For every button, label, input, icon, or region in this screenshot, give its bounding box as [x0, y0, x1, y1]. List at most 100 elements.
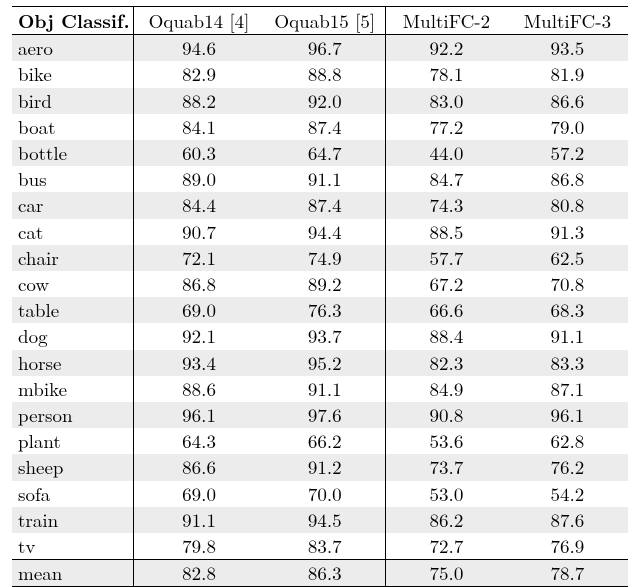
cell-value: 72.1: [133, 245, 264, 271]
cell-value: 83.7: [264, 533, 385, 560]
cell-value: 88.6: [133, 376, 264, 402]
cell-value: 57.7: [386, 245, 507, 271]
table-row: bird88.292.083.086.6: [12, 88, 628, 114]
row-label: plant: [12, 428, 133, 454]
cell-value: 62.8: [507, 428, 628, 454]
cell-value: 64.3: [133, 428, 264, 454]
cell-value: 72.7: [386, 533, 507, 560]
row-label: bike: [12, 61, 133, 87]
cell-value: 53.6: [386, 428, 507, 454]
cell-value: 44.0: [386, 140, 507, 166]
cell-value: 86.8: [133, 271, 264, 297]
table-row: bike82.988.878.181.9: [12, 61, 628, 87]
cell-value: 86.8: [507, 166, 628, 192]
cell-value: 81.9: [507, 61, 628, 87]
row-label: car: [12, 192, 133, 218]
row-label: mbike: [12, 376, 133, 402]
cell-value: 70.0: [264, 481, 385, 507]
cell-value: 53.0: [386, 481, 507, 507]
cell-value: 79.8: [133, 533, 264, 560]
cell-value: 79.0: [507, 114, 628, 140]
table-row: train91.194.586.287.6: [12, 507, 628, 533]
cell-value: 60.3: [133, 140, 264, 166]
cell-value: 64.7: [264, 140, 385, 166]
table-row: bottle60.364.744.057.2: [12, 140, 628, 166]
cell-value: 76.2: [507, 454, 628, 480]
cell-value: 76.3: [264, 297, 385, 323]
row-label: train: [12, 507, 133, 533]
table-row: cat90.794.488.591.3: [12, 219, 628, 245]
cell-value: 88.8: [264, 61, 385, 87]
row-label: cat: [12, 219, 133, 245]
row-label: sofa: [12, 481, 133, 507]
cell-value: 84.7: [386, 166, 507, 192]
cell-value: 66.2: [264, 428, 385, 454]
cell-value: 91.1: [507, 323, 628, 349]
cell-value: 86.2: [386, 507, 507, 533]
cell-value: 96.1: [507, 402, 628, 428]
cell-value: 66.6: [386, 297, 507, 323]
cell-value: 93.5: [507, 35, 628, 61]
header-col-multifc3: MultiFC-3: [507, 7, 628, 35]
row-label: cow: [12, 271, 133, 297]
cell-value: 87.1: [507, 376, 628, 402]
cell-value: 88.2: [133, 88, 264, 114]
cell-value: 83.0: [386, 88, 507, 114]
table-body: aero94.696.792.293.5bike82.988.878.181.9…: [12, 35, 628, 587]
cell-value: 90.8: [386, 402, 507, 428]
cell-value: 88.5: [386, 219, 507, 245]
cell-value: 97.6: [264, 402, 385, 428]
cell-value: 54.2: [507, 481, 628, 507]
table-row: mbike88.691.184.987.1: [12, 376, 628, 402]
cell-value: 91.3: [507, 219, 628, 245]
cell-value: 73.7: [386, 454, 507, 480]
cell-value: 84.1: [133, 114, 264, 140]
mean-value: 86.3: [264, 560, 385, 587]
cell-value: 93.7: [264, 323, 385, 349]
cell-value: 82.9: [133, 61, 264, 87]
cell-value: 96.7: [264, 35, 385, 61]
cell-value: 88.4: [386, 323, 507, 349]
table-row: table69.076.366.668.3: [12, 297, 628, 323]
cell-value: 83.3: [507, 350, 628, 376]
row-label: dog: [12, 323, 133, 349]
cell-value: 87.4: [264, 192, 385, 218]
cell-value: 57.2: [507, 140, 628, 166]
cell-value: 70.8: [507, 271, 628, 297]
table-row: plant64.366.253.662.8: [12, 428, 628, 454]
header-col-oquab15: Oquab15 [5]: [264, 7, 385, 35]
table-row: sheep86.691.273.776.2: [12, 454, 628, 480]
cell-value: 82.3: [386, 350, 507, 376]
cell-value: 94.6: [133, 35, 264, 61]
cell-value: 89.0: [133, 166, 264, 192]
cell-value: 86.6: [507, 88, 628, 114]
row-label: bottle: [12, 140, 133, 166]
header-col-oquab14: Oquab14 [4]: [133, 7, 264, 35]
cell-value: 96.1: [133, 402, 264, 428]
row-label: chair: [12, 245, 133, 271]
results-table: Obj Classif. Oquab14 [4] Oquab15 [5] Mul…: [12, 6, 628, 587]
cell-value: 94.5: [264, 507, 385, 533]
table-row: aero94.696.792.293.5: [12, 35, 628, 61]
cell-value: 78.1: [386, 61, 507, 87]
cell-value: 94.4: [264, 219, 385, 245]
cell-value: 76.9: [507, 533, 628, 560]
cell-value: 92.0: [264, 88, 385, 114]
cell-value: 91.1: [264, 376, 385, 402]
cell-value: 69.0: [133, 297, 264, 323]
table-row: cow86.889.267.270.8: [12, 271, 628, 297]
cell-value: 74.9: [264, 245, 385, 271]
table-row: tv79.883.772.776.9: [12, 533, 628, 560]
row-label: horse: [12, 350, 133, 376]
cell-value: 92.1: [133, 323, 264, 349]
cell-value: 62.5: [507, 245, 628, 271]
mean-value: 75.0: [386, 560, 507, 587]
cell-value: 87.4: [264, 114, 385, 140]
cell-value: 80.8: [507, 192, 628, 218]
cell-value: 86.6: [133, 454, 264, 480]
row-label: bird: [12, 88, 133, 114]
header-label: Obj Classif.: [12, 7, 133, 35]
table-row: bus89.091.184.786.8: [12, 166, 628, 192]
cell-value: 92.2: [386, 35, 507, 61]
header-col-multifc2: MultiFC-2: [386, 7, 507, 35]
